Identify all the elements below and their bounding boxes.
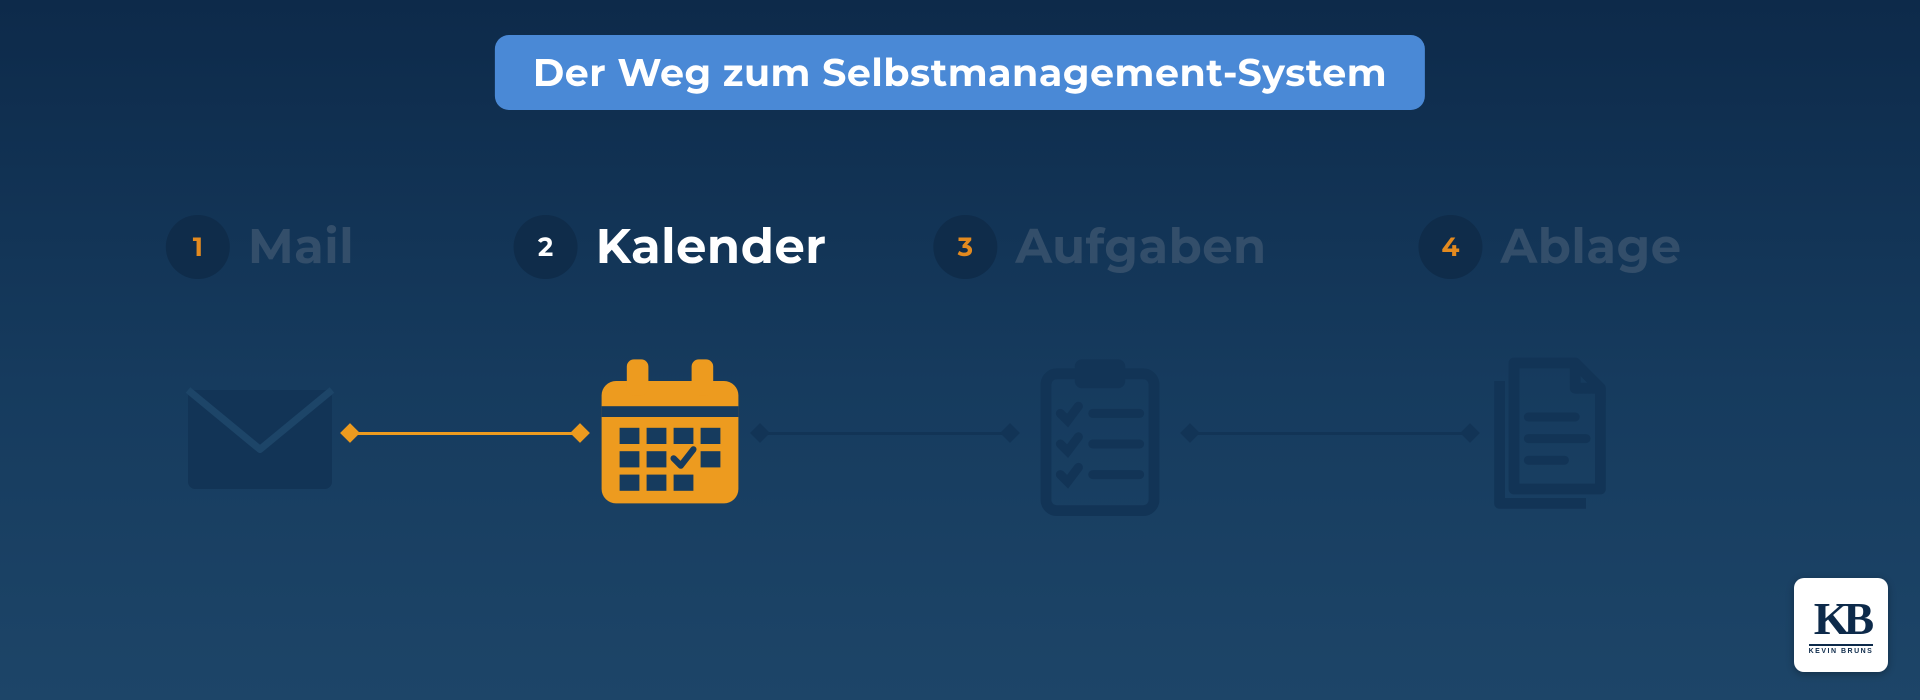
title-pill: Der Weg zum Selbstmanagement-System (495, 35, 1425, 110)
step-title-1: Mail (248, 218, 354, 276)
step-label-1: 1 Mail (166, 215, 354, 279)
logo-monogram: KB (1814, 596, 1868, 642)
step-label-3: 3 Aufgaben (933, 215, 1266, 279)
step-number-3: 3 (933, 215, 997, 279)
step-title-4: Ablage (1500, 218, 1681, 276)
clipboard-icon (1010, 345, 1190, 525)
documents-icon (1460, 345, 1640, 525)
title-text: Der Weg zum Selbstmanagement-System (533, 49, 1387, 96)
step-label-2: 2 Kalender (514, 215, 827, 279)
diagram-stage: Der Weg zum Selbstmanagement-System 1 Ma… (0, 0, 1920, 700)
brand-logo: KB KEVIN BRUNS (1794, 578, 1888, 672)
mail-icon (170, 345, 350, 525)
step-number-1: 1 (166, 215, 230, 279)
step-number-4: 4 (1418, 215, 1482, 279)
step-label-4: 4 Ablage (1418, 215, 1681, 279)
step-number-2: 2 (514, 215, 578, 279)
logo-caption: KEVIN BRUNS (1809, 644, 1874, 655)
step-title-2: Kalender (596, 218, 827, 276)
step-title-3: Aufgaben (1015, 218, 1266, 276)
calendar-icon (580, 345, 760, 525)
